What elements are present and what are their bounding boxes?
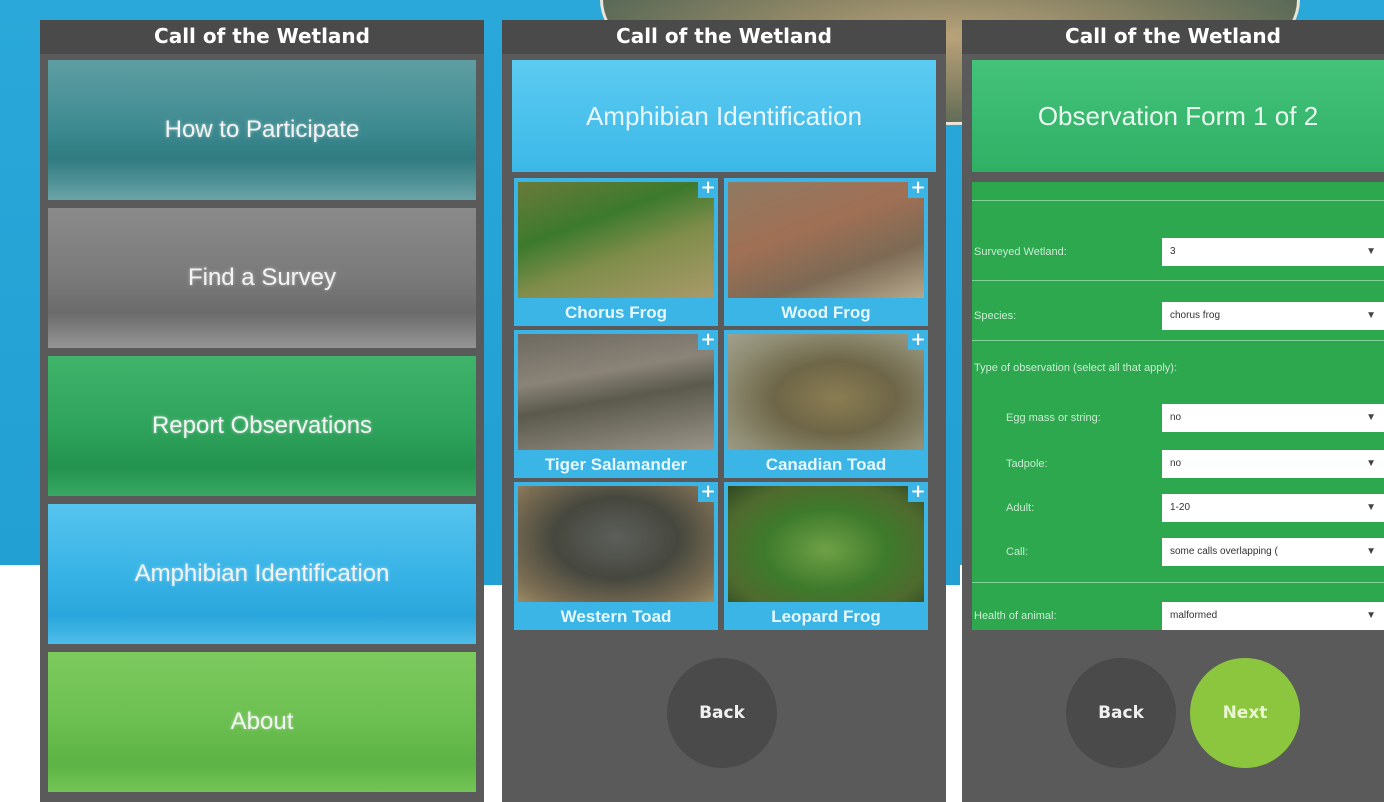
chevron-down-icon: ▼ (1366, 502, 1376, 513)
western-toad-photo (518, 486, 714, 602)
back-button[interactable]: Back (667, 658, 777, 768)
phone-screen-identification: Call of the Wetland Amphibian Identifica… (502, 20, 946, 802)
next-button[interactable]: Next (1190, 658, 1300, 768)
species-name: Leopard Frog (771, 607, 881, 626)
menu-label: How to Participate (164, 116, 360, 143)
chevron-down-icon: ▼ (1366, 458, 1376, 469)
health-select[interactable]: malformed ▼ (1162, 602, 1384, 630)
menu-report-observations[interactable]: Report Observations (48, 356, 476, 496)
chevron-down-icon: ▼ (1366, 546, 1376, 557)
page-header: Amphibian Identification (512, 60, 936, 172)
adult-label: Adult: (1006, 502, 1035, 514)
menu-find-a-survey[interactable]: Find a Survey (48, 208, 476, 348)
expand-icon[interactable]: + (908, 330, 928, 350)
divider (972, 200, 1384, 201)
call-select[interactable]: some calls overlapping ( ▼ (1162, 538, 1384, 566)
health-value: malformed (1170, 610, 1218, 621)
species-value: chorus frog (1170, 310, 1221, 321)
chevron-down-icon: ▼ (1366, 310, 1376, 321)
expand-icon[interactable]: + (698, 330, 718, 350)
menu-how-to-participate[interactable]: How to Participate (48, 60, 476, 200)
species-card-canadian-toad[interactable]: + Canadian Toad (724, 330, 928, 478)
page-title: Amphibian Identification (585, 100, 863, 131)
back-button[interactable]: Back (1066, 658, 1176, 768)
chevron-down-icon: ▼ (1366, 412, 1376, 423)
page-header: Observation Form 1 of 2 (972, 60, 1384, 172)
species-card-wood-frog[interactable]: + Wood Frog (724, 178, 928, 326)
expand-icon[interactable]: + (908, 178, 928, 198)
tadpole-value: no (1170, 458, 1182, 469)
app-title: Call of the Wetland (962, 20, 1384, 54)
back-label: Back (699, 703, 745, 723)
chorus-frog-photo (518, 182, 714, 298)
wetland-label: Surveyed Wetland: (974, 246, 1067, 258)
egg-value: no (1170, 412, 1182, 423)
wetland-value: 3 (1170, 246, 1176, 257)
call-label: Call: (1006, 546, 1029, 558)
app-title: Call of the Wetland (40, 20, 484, 54)
egg-select[interactable]: no ▼ (1162, 404, 1384, 432)
menu-label: Amphibian Identification (134, 560, 390, 587)
canadian-toad-photo (728, 334, 924, 450)
menu-label: Report Observations (151, 412, 373, 439)
wood-frog-photo (728, 182, 924, 298)
species-card-chorus-frog[interactable]: + Chorus Frog (514, 178, 718, 326)
menu-label: About (230, 708, 294, 735)
species-card-leopard-frog[interactable]: + Leopard Frog (724, 482, 928, 630)
chevron-down-icon: ▼ (1366, 610, 1376, 621)
tiger-salamander-photo (518, 334, 714, 450)
expand-icon[interactable]: + (908, 482, 928, 502)
expand-icon[interactable]: + (698, 178, 718, 198)
page-title: Observation Form 1 of 2 (1037, 100, 1319, 131)
phone-screen-observation-form: Call of the Wetland Observation Form 1 o… (962, 20, 1384, 802)
species-name: Chorus Frog (565, 303, 667, 322)
species-name: Western Toad (560, 607, 672, 626)
species-name: Tiger Salamander (544, 455, 688, 474)
menu-about[interactable]: About (48, 652, 476, 792)
tadpole-label: Tadpole: (1006, 458, 1048, 470)
divider (972, 582, 1384, 583)
species-card-western-toad[interactable]: + Western Toad (514, 482, 718, 630)
divider (972, 340, 1384, 341)
health-label: Health of animal: (974, 610, 1057, 622)
menu-amphibian-identification[interactable]: Amphibian Identification (48, 504, 476, 644)
leopard-frog-photo (728, 486, 924, 602)
observation-form: Surveyed Wetland: 3 ▼ Species: chorus fr… (972, 182, 1384, 630)
chevron-down-icon: ▼ (1366, 246, 1376, 257)
adult-value: 1-20 (1170, 502, 1191, 513)
next-label: Next (1222, 703, 1268, 723)
species-select[interactable]: chorus frog ▼ (1162, 302, 1384, 330)
type-heading: Type of observation (select all that app… (974, 362, 1177, 374)
back-label: Back (1098, 703, 1144, 723)
adult-select[interactable]: 1-20 ▼ (1162, 494, 1384, 522)
phone-screen-home: Call of the Wetland How to Participate F… (40, 20, 484, 802)
menu-label: Find a Survey (187, 264, 337, 291)
egg-label: Egg mass or string: (1006, 412, 1101, 424)
species-card-tiger-salamander[interactable]: + Tiger Salamander (514, 330, 718, 478)
expand-icon[interactable]: + (698, 482, 718, 502)
call-value: some calls overlapping ( (1170, 546, 1278, 557)
divider (972, 280, 1384, 281)
app-title: Call of the Wetland (502, 20, 946, 54)
species-name: Wood Frog (781, 303, 871, 322)
species-name: Canadian Toad (765, 455, 887, 474)
wetland-select[interactable]: 3 ▼ (1162, 238, 1384, 266)
species-label: Species: (974, 310, 1017, 322)
tadpole-select[interactable]: no ▼ (1162, 450, 1384, 478)
